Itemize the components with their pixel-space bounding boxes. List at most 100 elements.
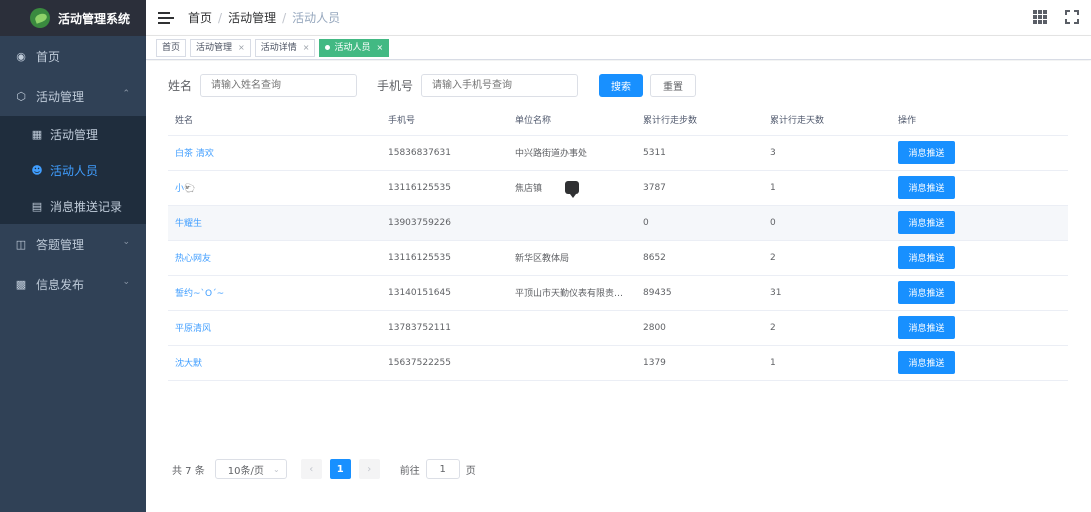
leaf-logo-icon xyxy=(30,8,50,28)
logo[interactable]: 活动管理系统 xyxy=(0,0,146,36)
dashboard-icon: ◉ xyxy=(16,49,26,63)
steps-cell: 2800 xyxy=(636,310,763,346)
table-row: 沈大默 15637522255 1379 1 消息推送 xyxy=(168,345,1068,381)
days-cell: 2 xyxy=(763,310,891,346)
days-cell: 1 xyxy=(763,345,891,381)
person-name-link[interactable]: 小🐑 xyxy=(175,184,195,194)
breadcrumb-home[interactable]: 首页 xyxy=(188,9,212,26)
breadcrumb-separator: / xyxy=(218,10,223,25)
goto-label: 前往 xyxy=(399,465,420,477)
chevron-up-icon: ⌃ xyxy=(122,89,130,99)
goto-page-input[interactable]: 1 xyxy=(425,459,460,479)
sidebar-subitem-activity-management[interactable]: ▦ 活动管理 xyxy=(0,116,146,152)
column-header: 累计行走天数 xyxy=(763,105,891,136)
sidebar-subitem-activity-people[interactable]: ☻ 活动人员 xyxy=(0,152,146,188)
close-icon[interactable]: × xyxy=(303,40,310,56)
push-message-button[interactable]: 消息推送 xyxy=(898,351,955,374)
pagination: 共 7 条 10条/页 ⌄ ‹ 1 › 前往 1 页 xyxy=(172,459,476,479)
tag-label: 活动详情 xyxy=(260,42,297,53)
push-message-button[interactable]: 消息推送 xyxy=(898,141,955,164)
person-name-link[interactable]: 平原清风 xyxy=(175,324,211,334)
breadcrumb-activity-management[interactable]: 活动管理 xyxy=(228,9,276,26)
days-cell: 3 xyxy=(763,135,891,171)
search-button[interactable]: 搜索 xyxy=(599,74,644,97)
tag-activity-people[interactable]: 活动人员 × xyxy=(319,38,390,57)
page-size-select[interactable]: 10条/页 ⌄ xyxy=(214,459,287,479)
steps-cell: 0 xyxy=(636,205,763,241)
steps-cell: 8652 xyxy=(636,240,763,276)
person-name-link[interactable]: 沈大默 xyxy=(175,359,202,369)
total-count: 共 7 条 xyxy=(172,465,205,477)
close-icon[interactable]: × xyxy=(376,40,383,56)
hamburger-icon[interactable] xyxy=(158,11,174,24)
breadcrumb: 首页 / 活动管理 / 活动人员 xyxy=(188,9,340,26)
phone-cell: 13116125535 xyxy=(381,240,508,276)
reset-button[interactable]: 重置 xyxy=(650,74,697,97)
submenu-activity: ▦ 活动管理 ☻ 活动人员 ▤ 消息推送记录 xyxy=(0,116,146,224)
sidebar-item-activity-management[interactable]: ⬡ 活动管理 ⌃ xyxy=(0,76,146,116)
sitemap-icon: ▦ xyxy=(31,127,43,141)
cube-icon: ⬡ xyxy=(16,89,26,103)
tag-home[interactable]: 首页 xyxy=(156,38,187,57)
days-cell: 1 xyxy=(763,170,891,206)
name-search-input[interactable] xyxy=(200,74,358,97)
close-icon[interactable]: × xyxy=(238,40,245,56)
unit-cell: 中兴路街道办事处 xyxy=(508,135,636,171)
book-icon: ◫ xyxy=(15,237,27,251)
page-number-current[interactable]: 1 xyxy=(329,459,351,479)
tag-activity-detail[interactable]: 活动详情 × xyxy=(254,38,316,57)
navbar: 首页 / 活动管理 / 活动人员 xyxy=(146,0,1091,36)
name-label: 姓名 xyxy=(168,79,193,93)
phone-cell: 15836837631 xyxy=(381,135,508,171)
sidebar-item-label: 信息发布 xyxy=(36,277,85,292)
sidebar-subitem-push-log[interactable]: ▤ 消息推送记录 xyxy=(0,188,146,224)
table-row: 平原清风 13783752111 2800 2 消息推送 xyxy=(168,310,1068,346)
push-message-button[interactable]: 消息推送 xyxy=(898,211,955,234)
column-header: 操作 xyxy=(891,105,1068,136)
people-icon: ☻ xyxy=(31,163,43,177)
days-cell: 0 xyxy=(763,205,891,241)
active-dot-icon xyxy=(325,45,331,50)
chevron-down-icon: ⌄ xyxy=(273,464,280,474)
fullscreen-icon[interactable] xyxy=(1065,10,1079,24)
sidebar-item-home[interactable]: ◉ 首页 xyxy=(0,36,146,76)
push-message-button[interactable]: 消息推送 xyxy=(898,246,955,269)
sidebar-item-label: 答题管理 xyxy=(36,237,85,252)
sidebar-item-label: 活动管理 xyxy=(50,127,99,142)
sidebar-item-info-publish[interactable]: ▩ 信息发布 ⌄ xyxy=(0,264,146,304)
push-message-button[interactable]: 消息推送 xyxy=(898,281,955,304)
sidebar-item-label: 活动人员 xyxy=(50,163,99,178)
prev-page-button[interactable]: ‹ xyxy=(300,459,322,479)
person-name-link[interactable]: 热心网友 xyxy=(175,254,211,264)
main-content: 姓名 手机号 搜索 重置 姓名 手机号 单位名称 累计行走步数 累计行走天数 操… xyxy=(146,61,1091,512)
size-grid-icon[interactable] xyxy=(1033,10,1047,24)
tag-activity-management[interactable]: 活动管理 × xyxy=(190,38,251,57)
push-message-button[interactable]: 消息推送 xyxy=(898,176,955,199)
person-name-link[interactable]: 白茶 清欢 xyxy=(175,149,214,159)
next-page-button[interactable]: › xyxy=(358,459,380,479)
phone-search-input[interactable] xyxy=(421,74,579,97)
steps-cell: 3787 xyxy=(636,170,763,206)
tags-view: 首页 活动管理 × 活动详情 × 活动人员 × xyxy=(146,36,1091,60)
breadcrumb-current: 活动人员 xyxy=(292,11,341,25)
column-header: 姓名 xyxy=(168,105,381,136)
sidebar: 活动管理系统 ◉ 首页 ⬡ 活动管理 ⌃ ▦ 活动管理 ☻ 活动人员 ▤ 消息推… xyxy=(0,0,146,512)
tag-label: 活动管理 xyxy=(196,42,233,53)
goto-suffix: 页 xyxy=(465,465,476,477)
person-name-link[interactable]: 誓约~`O´~ xyxy=(175,289,224,299)
push-message-button[interactable]: 消息推送 xyxy=(898,316,955,339)
doc-icon: ▩ xyxy=(15,277,27,291)
log-icon: ▤ xyxy=(31,199,43,213)
tag-label: 活动人员 xyxy=(334,42,371,53)
sidebar-item-label: 消息推送记录 xyxy=(50,199,123,214)
steps-cell: 89435 xyxy=(636,275,763,311)
breadcrumb-separator: / xyxy=(282,10,287,25)
phone-cell: 15637522255 xyxy=(381,345,508,381)
column-header: 手机号 xyxy=(381,105,508,136)
sidebar-item-quiz-management[interactable]: ◫ 答题管理 ⌄ xyxy=(0,224,146,264)
phone-cell: 13783752111 xyxy=(381,310,508,346)
chevron-down-icon: ⌄ xyxy=(122,277,130,287)
person-name-link[interactable]: 牛耀生 xyxy=(175,219,202,229)
phone-cell: 13140151645 xyxy=(381,275,508,311)
table-row: 小🐑 13116125535 焦店镇 3787 1 消息推送 xyxy=(168,170,1068,206)
